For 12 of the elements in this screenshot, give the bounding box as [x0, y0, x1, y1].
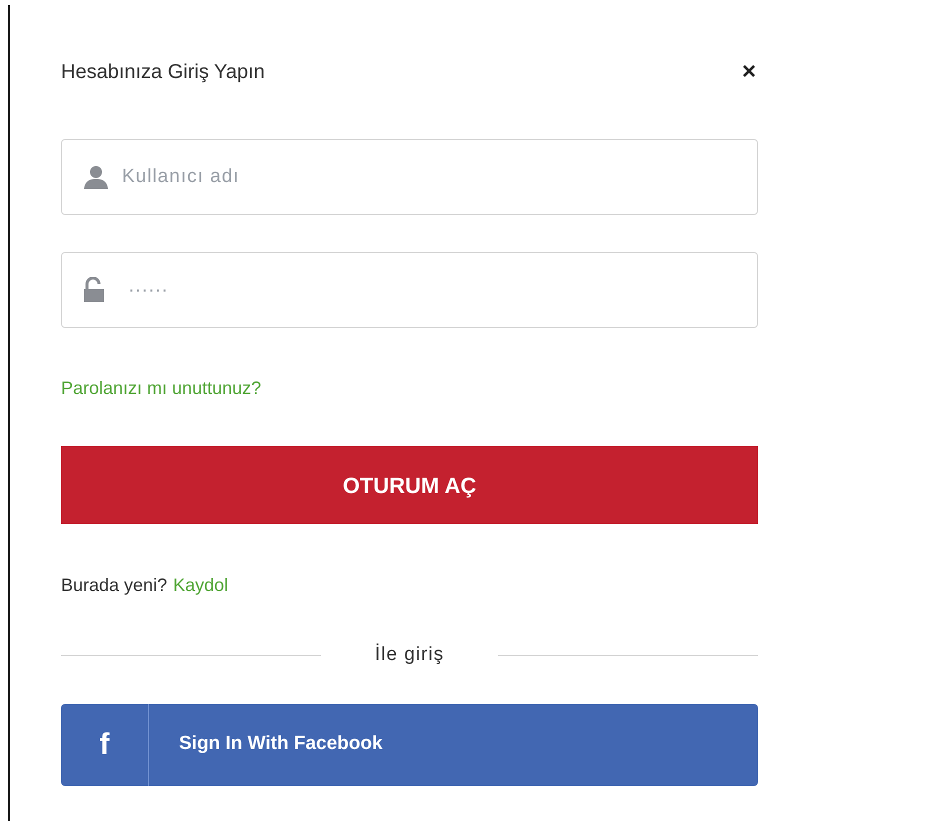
- dialog-title: Hesabınıza Giriş Yapın: [61, 60, 265, 85]
- facebook-login-button[interactable]: f Sign In With Facebook: [61, 704, 758, 786]
- signup-link[interactable]: Kaydol: [173, 572, 228, 599]
- padlock-icon: [83, 277, 105, 303]
- user-icon: [83, 164, 109, 190]
- username-field[interactable]: Kullanıcı adı: [61, 139, 758, 215]
- signup-prompt: Burada yeni?: [61, 574, 168, 597]
- divider-label: İle giriş: [374, 642, 446, 667]
- close-button[interactable]: ×: [742, 60, 758, 84]
- login-button[interactable]: OTURUM AÇ: [61, 446, 758, 524]
- forgot-password-link[interactable]: Parolanızı mı unuttunuz?: [61, 378, 262, 398]
- password-field[interactable]: ······: [61, 252, 758, 328]
